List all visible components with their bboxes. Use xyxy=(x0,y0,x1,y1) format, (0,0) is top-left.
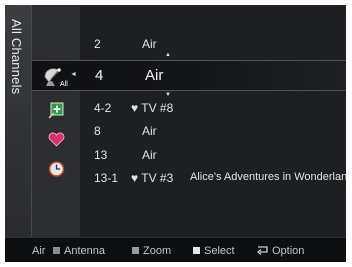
option-icon xyxy=(256,246,268,259)
antenna-label: Antenna xyxy=(64,245,105,257)
channel-name: Air xyxy=(142,124,157,138)
channel-name: Air xyxy=(142,37,157,51)
zoom-label: Zoom xyxy=(143,245,172,257)
channel-name: ♥ TV #8 xyxy=(131,101,174,115)
selected-channel-name: Air xyxy=(145,67,164,84)
channel-list: 2 Air 4-2 ♥ TV #8 8 Air 13 Air 13-1 ♥ TV… xyxy=(80,5,346,237)
legend-antenna[interactable]: Antenna xyxy=(53,245,105,257)
timer-icon[interactable] xyxy=(48,160,65,177)
channel-number: 8 xyxy=(94,124,101,138)
program-title: Alice's Adventures in Wonderland xyxy=(190,171,346,183)
select-label: Select xyxy=(204,245,235,257)
channel-number: 4-2 xyxy=(94,101,112,115)
option-label: Option xyxy=(272,245,305,257)
channel-number: 2 xyxy=(94,37,101,51)
legend-zoom[interactable]: Zoom xyxy=(132,245,171,257)
up-arrow-icon[interactable]: ▲ xyxy=(165,52,171,58)
down-arrow-icon[interactable]: ▼ xyxy=(165,92,171,98)
mode-icon-column xyxy=(32,5,80,237)
side-tab-label: All Channels xyxy=(9,19,24,95)
button-legend: Air Antenna Zoom Select Option xyxy=(5,237,346,262)
channel-list-screen: All Channels 2 Air 4-2 ♥ TV #8 8 Air 13 … xyxy=(5,5,346,262)
channel-name: Air xyxy=(142,148,157,162)
left-arrow-icon[interactable]: ◄ xyxy=(70,71,77,78)
svg-text:All: All xyxy=(60,81,68,87)
favorite-icon[interactable] xyxy=(48,132,65,147)
selected-channel-number: 4 xyxy=(95,67,104,84)
legend-select[interactable]: Select xyxy=(193,245,235,257)
added-channels-icon[interactable] xyxy=(48,102,65,119)
all-channels-icon[interactable]: All xyxy=(43,65,69,88)
antenna-key-icon xyxy=(53,247,60,254)
channel-name: ♥ TV #3 xyxy=(131,171,174,185)
select-key-icon xyxy=(193,247,200,254)
legend-source: Air xyxy=(32,245,46,257)
legend-option[interactable]: Option xyxy=(256,245,305,259)
selected-channel-row[interactable]: All ◄ 4 Air xyxy=(32,60,346,91)
channel-number: 13-1 xyxy=(94,171,119,185)
zoom-key-icon xyxy=(132,247,139,254)
side-tab[interactable]: All Channels xyxy=(5,5,32,237)
channel-number: 13 xyxy=(94,148,108,162)
